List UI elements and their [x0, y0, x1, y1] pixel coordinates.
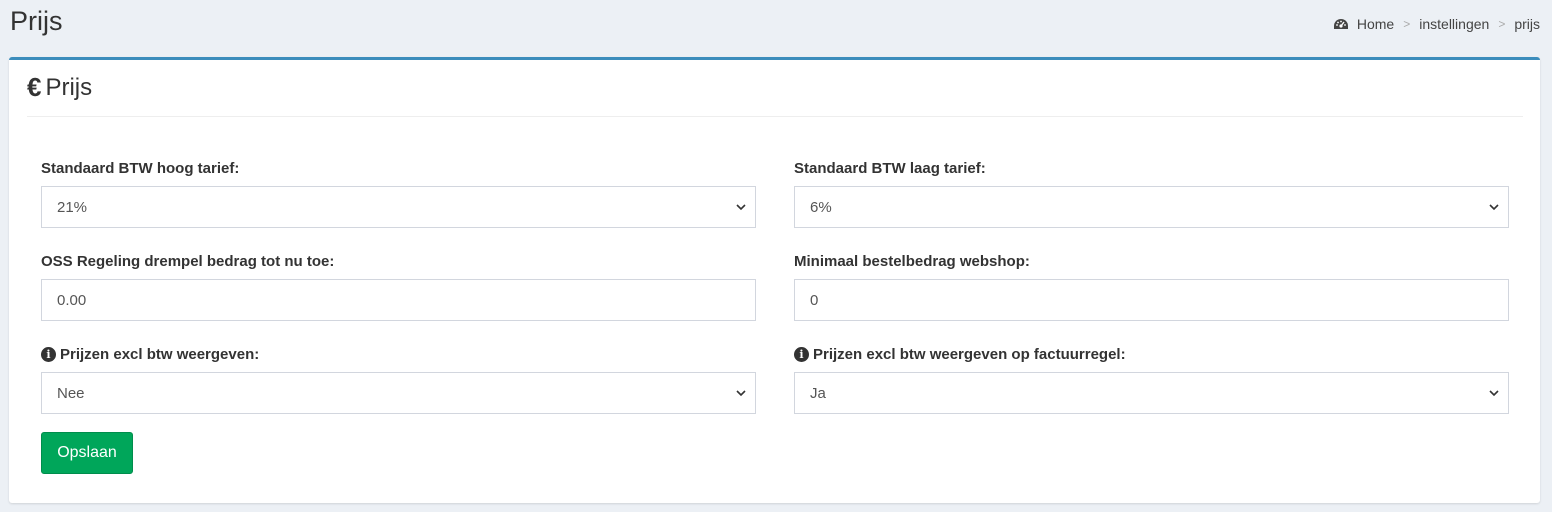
min-bestelbedrag-input[interactable]: 0 — [794, 279, 1509, 321]
excl-btw-factuur-label-text: Prijzen excl btw weergeven op factuurreg… — [813, 345, 1126, 363]
excl-btw-label-text: Prijzen excl btw weergeven: — [60, 345, 260, 363]
btw-laag-value: 6% — [810, 198, 832, 216]
excl-btw-value: Nee — [57, 384, 85, 402]
excl-btw-factuur-select[interactable]: Ja — [794, 372, 1509, 414]
dashboard-icon — [1333, 19, 1348, 29]
btw-laag-select[interactable]: 6% — [794, 186, 1509, 228]
breadcrumb-current: prijs — [1514, 16, 1540, 32]
btw-laag-field: Standaard BTW laag tarief: 6% — [794, 158, 1509, 228]
breadcrumb-separator: > — [1498, 17, 1506, 31]
box-header: € Prijs — [27, 72, 1523, 117]
euro-icon: € — [27, 72, 42, 102]
btw-hoog-field: Standaard BTW hoog tarief: 21% — [41, 158, 756, 228]
oss-drempel-field: OSS Regeling drempel bedrag tot nu toe: … — [41, 251, 756, 321]
excl-btw-factuur-value: Ja — [810, 384, 826, 402]
excl-btw-factuur-field: i Prijzen excl btw weergeven op factuurr… — [794, 344, 1509, 414]
page-header: Prijs Home > instellingen > prijs — [0, 0, 1552, 50]
box-title-label: Prijs — [45, 73, 93, 101]
breadcrumb-home-link[interactable]: Home — [1357, 16, 1394, 32]
min-bestelbedrag-field: Minimaal bestelbedrag webshop: 0 — [794, 251, 1509, 321]
excl-btw-select[interactable]: Nee — [41, 372, 756, 414]
prijs-settings-box: € Prijs Standaard BTW hoog tarief: 21% S… — [9, 57, 1540, 503]
breadcrumb: Home > instellingen > prijs — [1333, 16, 1540, 32]
oss-drempel-label: OSS Regeling drempel bedrag tot nu toe: — [41, 252, 335, 270]
save-button[interactable]: Opslaan — [41, 432, 133, 474]
info-icon[interactable]: i — [794, 346, 809, 362]
min-bestelbedrag-label: Minimaal bestelbedrag webshop: — [794, 252, 1030, 270]
excl-btw-label: i Prijzen excl btw weergeven: — [41, 344, 756, 364]
btw-hoog-value: 21% — [57, 198, 88, 216]
excl-btw-field: i Prijzen excl btw weergeven: Nee — [41, 344, 756, 414]
oss-drempel-value: 0.00 — [57, 291, 87, 309]
chevron-down-icon — [736, 204, 746, 211]
box-title: € Prijs — [27, 72, 92, 103]
excl-btw-factuur-label: i Prijzen excl btw weergeven op factuurr… — [794, 344, 1509, 364]
info-icon[interactable]: i — [41, 346, 56, 362]
btw-hoog-select[interactable]: 21% — [41, 186, 756, 228]
chevron-down-icon — [1489, 204, 1499, 211]
btw-hoog-label: Standaard BTW hoog tarief: — [41, 159, 240, 177]
oss-drempel-input[interactable]: 0.00 — [41, 279, 756, 321]
chevron-down-icon — [736, 390, 746, 397]
breadcrumb-separator: > — [1403, 17, 1411, 31]
breadcrumb-instellingen-link[interactable]: instellingen — [1419, 16, 1489, 32]
btw-laag-label: Standaard BTW laag tarief: — [794, 159, 986, 177]
chevron-down-icon — [1489, 390, 1499, 397]
page-title: Prijs — [10, 6, 63, 36]
min-bestelbedrag-value: 0 — [810, 291, 819, 309]
